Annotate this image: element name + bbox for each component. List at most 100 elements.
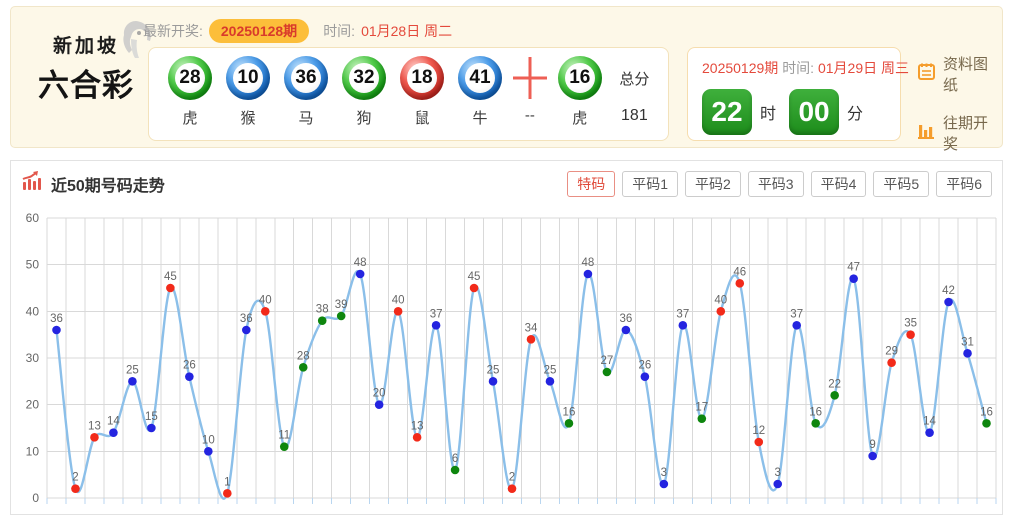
header-panel: 新加坡 六合彩 最新开奖: 20250128期 时间: 01月28日 周二 28…	[10, 6, 1003, 212]
chart-title: 近50期号码走势	[51, 177, 165, 195]
countdown-minutes: 00	[789, 89, 840, 135]
svg-text:26: 26	[183, 360, 196, 372]
svg-text:28: 28	[297, 350, 310, 362]
ball-zodiac: 猴	[240, 110, 256, 127]
svg-text:20: 20	[373, 388, 386, 400]
svg-text:16: 16	[980, 406, 993, 418]
draw-result-box: 28 虎 10 猴 36 马 32 狗 18 鼠 41 牛 -- 16 虎 总分 181	[148, 47, 669, 141]
svg-text:37: 37	[676, 308, 689, 320]
svg-text:14: 14	[923, 416, 936, 428]
svg-text:40: 40	[259, 294, 272, 306]
lottery-ball: 18 鼠	[393, 56, 451, 128]
svg-text:1: 1	[224, 476, 230, 488]
svg-text:36: 36	[619, 313, 632, 325]
next-draw-period: 20250129期	[702, 60, 779, 76]
main-balls: 28 虎 10 猴 36 马 32 狗 18 鼠 41 牛	[161, 56, 509, 128]
countdown-minute-unit: 分	[847, 106, 864, 123]
ball-zodiac: 马	[298, 110, 314, 127]
svg-text:46: 46	[733, 266, 746, 278]
trend-line-chart: 010203040506036213 1425154526101364011283…	[26, 211, 997, 505]
svg-text:14: 14	[107, 416, 120, 428]
trend-chart-icon	[21, 170, 43, 197]
svg-text:30: 30	[26, 351, 40, 365]
total-score-value: 181	[621, 107, 648, 124]
ball-zodiac: 狗	[356, 110, 372, 127]
latest-time-value: 01月28日 周二	[361, 23, 453, 39]
svg-text:29: 29	[885, 346, 898, 358]
tab-平码6[interactable]: 平码6	[936, 170, 992, 197]
site-logo: 新加坡 六合彩	[27, 21, 151, 105]
ball-circle: 18	[400, 56, 444, 100]
ball-zodiac: 虎	[572, 110, 588, 127]
countdown-hours: 22	[702, 89, 752, 135]
lottery-ball: 36 马	[277, 56, 335, 128]
svg-text:60: 60	[26, 211, 40, 225]
svg-text:40: 40	[26, 304, 40, 318]
ball-circle: 28	[168, 56, 212, 100]
svg-text:38: 38	[316, 304, 329, 316]
svg-text:17: 17	[695, 402, 708, 414]
svg-text:10: 10	[26, 444, 40, 458]
svg-text:3: 3	[661, 467, 667, 479]
svg-text:15: 15	[145, 411, 158, 423]
lottery-ball: 16 虎	[551, 56, 609, 128]
svg-text:6: 6	[452, 453, 458, 465]
tab-平码3[interactable]: 平码3	[747, 170, 804, 197]
ball-number: 18	[407, 63, 437, 93]
latest-period-badge: 20250128期	[208, 19, 310, 43]
svg-text:39: 39	[335, 299, 348, 311]
svg-text:45: 45	[468, 271, 481, 283]
svg-text:2: 2	[509, 472, 515, 484]
plus-icon	[510, 56, 550, 100]
ball-number: 36	[291, 63, 321, 93]
svg-text:3: 3	[775, 467, 781, 479]
chart-body: 0 10 20 30 40 50 60 36 2 13 14 25 15 45 26 10 1 36 40 11 28 3…	[11, 204, 1002, 513]
svg-text:0: 0	[32, 491, 39, 505]
tab-特码[interactable]: 特码	[567, 170, 616, 197]
lottery-ball: 41 牛	[451, 56, 509, 128]
quick-link-label: 往期开奖	[943, 115, 989, 153]
quick-link-notebook[interactable]: 资料图纸	[917, 53, 1002, 95]
svg-text:22: 22	[828, 378, 841, 390]
svg-text:25: 25	[544, 364, 557, 376]
svg-text:20: 20	[26, 398, 40, 412]
svg-text:25: 25	[126, 364, 139, 376]
ball-zodiac: 牛	[472, 110, 488, 127]
lottery-ball: 10 猴	[219, 56, 277, 128]
svg-text:10: 10	[202, 434, 215, 446]
tab-平码4[interactable]: 平码4	[810, 170, 867, 197]
svg-text:27: 27	[601, 355, 614, 367]
lottery-ball: 28 虎	[161, 56, 219, 128]
ball-zodiac: 虎	[182, 110, 198, 127]
bar-chart-icon	[917, 121, 936, 145]
svg-text:2: 2	[72, 472, 78, 484]
tab-平码5[interactable]: 平码5	[873, 170, 930, 197]
tab-平码2[interactable]: 平码2	[685, 170, 741, 197]
countdown-hour-unit: 时	[760, 106, 777, 123]
total-score-label: 总分	[619, 70, 650, 88]
plus-separator: --	[509, 56, 551, 124]
quick-link-label: 资料图纸	[943, 56, 989, 94]
logo-text-lottery: 六合彩	[38, 68, 134, 103]
next-draw-info: 20250129期 时间: 01月29日 周三	[702, 58, 909, 78]
ball-number: 28	[175, 63, 205, 93]
svg-text:34: 34	[525, 322, 538, 334]
ball-circle: 16	[557, 56, 602, 100]
ball-number: 32	[349, 63, 379, 93]
svg-text:11: 11	[278, 430, 290, 442]
ball-circle: 10	[226, 56, 270, 100]
svg-text:16: 16	[809, 406, 822, 418]
lottery-ball: 32 狗	[335, 56, 393, 128]
next-draw-box: 20250129期 时间: 01月29日 周三 22 时 00 分	[687, 47, 909, 141]
ball-circle: 41	[458, 56, 502, 100]
latest-draw-label: 最新开奖:	[143, 23, 203, 39]
next-draw-time-value: 01月29日 周三	[817, 60, 910, 76]
svg-text:13: 13	[88, 420, 101, 432]
notebook-icon	[917, 62, 936, 86]
ball-number: 41	[465, 63, 495, 93]
ball-number: 10	[233, 63, 263, 93]
quick-link-bar-chart[interactable]: 往期开奖	[917, 112, 1002, 154]
svg-text:48: 48	[582, 257, 595, 269]
tab-平码1[interactable]: 平码1	[622, 170, 679, 197]
ball-zodiac: 鼠	[414, 110, 430, 127]
